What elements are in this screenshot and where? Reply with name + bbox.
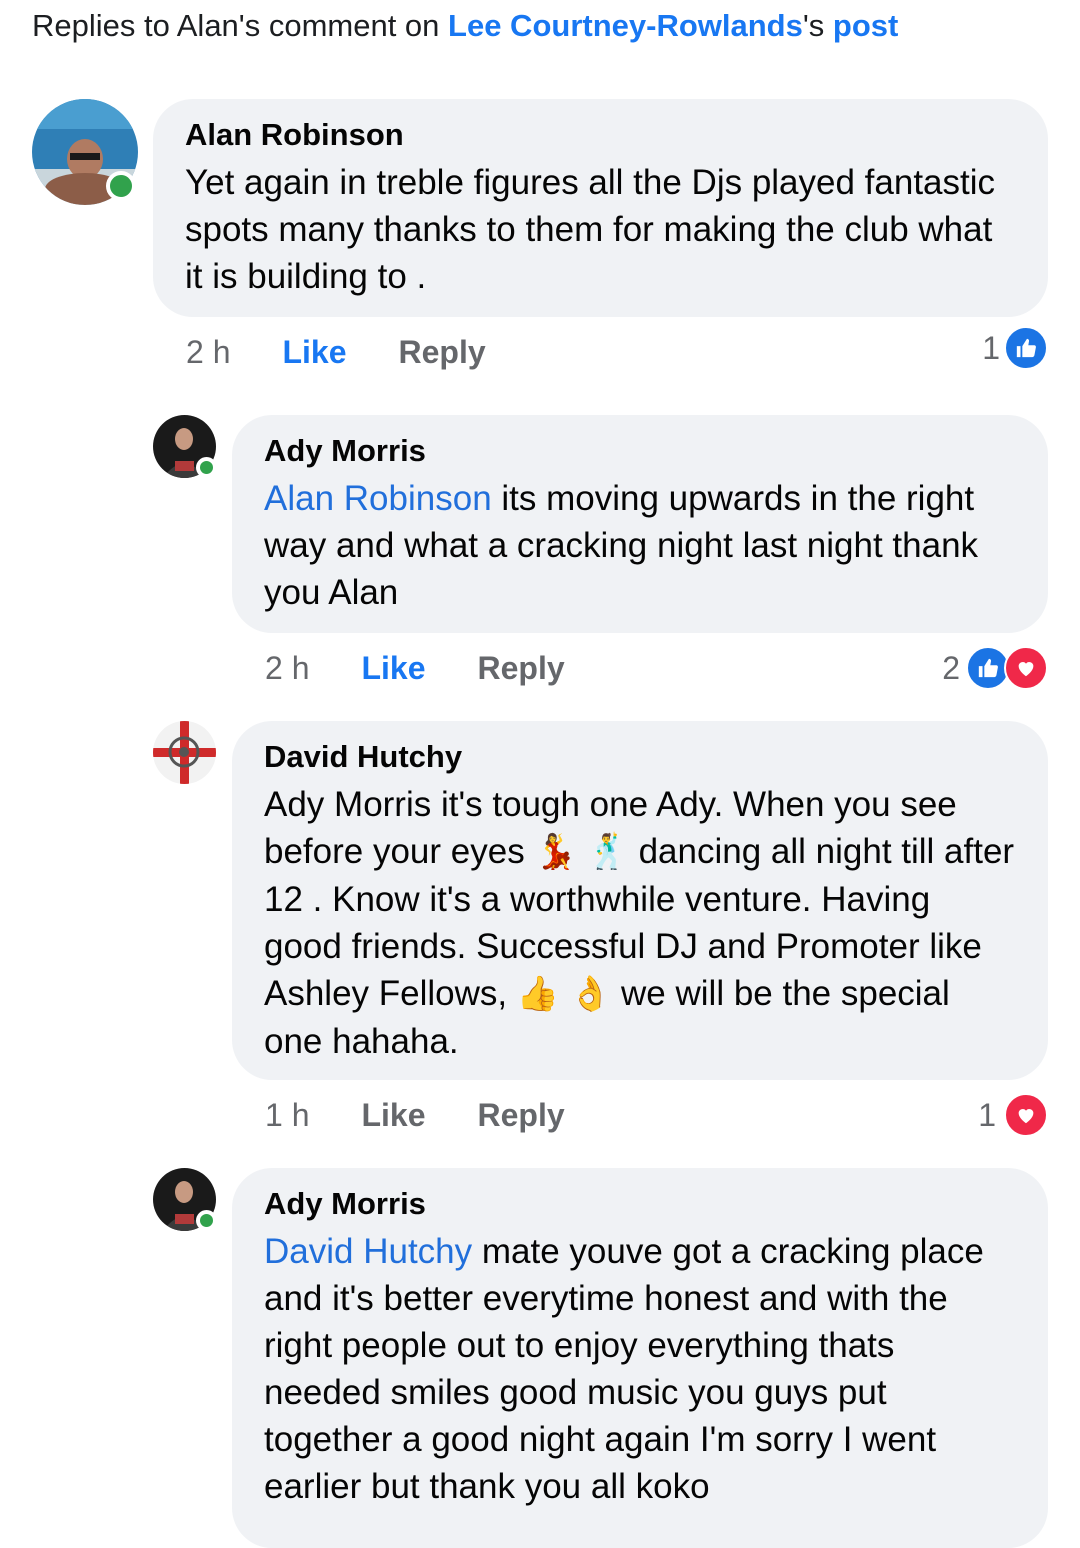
avatar[interactable]: [153, 721, 216, 784]
online-status-icon: [106, 171, 136, 201]
ok-hand-emoji: 👌: [568, 974, 612, 1014]
reaction-count: 1: [978, 1096, 996, 1133]
reaction-summary[interactable]: 1: [982, 326, 1048, 370]
reply-button[interactable]: Reply: [478, 1097, 565, 1134]
like-button[interactable]: Like: [361, 1097, 425, 1134]
comment-actions: 1 h Like Reply: [265, 1097, 617, 1134]
reaction-summary[interactable]: 2: [942, 646, 1048, 690]
comment-text: Alan Robinson its moving upwards in the …: [264, 475, 1016, 616]
online-status-icon: [196, 1210, 217, 1231]
post-link[interactable]: post: [833, 8, 898, 43]
avatar[interactable]: [153, 1168, 217, 1231]
comment-author[interactable]: Ady Morris: [264, 1186, 1016, 1222]
comment-body: mate youve got a cracking place and it's…: [264, 1232, 984, 1506]
reply-button[interactable]: Reply: [399, 334, 486, 371]
avatar[interactable]: [32, 99, 138, 205]
comment-time[interactable]: 2 h: [186, 334, 230, 371]
comment-bubble: Ady Morris Alan Robinson its moving upwa…: [232, 415, 1048, 633]
replies-header: Replies to Alan's comment on Lee Courtne…: [32, 8, 898, 44]
comment-bubble: Alan Robinson Yet again in treble figure…: [153, 99, 1048, 317]
comment-bubble: David Hutchy Ady Morris it's tough one A…: [232, 721, 1048, 1080]
reaction-count: 1: [982, 329, 1000, 366]
mention-link[interactable]: David Hutchy: [264, 1232, 472, 1271]
reply-button[interactable]: Reply: [478, 650, 565, 687]
love-icon: [1004, 1093, 1048, 1137]
comment-actions: 2 h Like Reply: [186, 334, 538, 371]
reaction-summary[interactable]: 1: [978, 1093, 1048, 1137]
comment-author[interactable]: David Hutchy: [264, 739, 1016, 775]
mention-link[interactable]: Alan Robinson: [264, 479, 492, 518]
comment-text: Yet again in treble figures all the Djs …: [185, 163, 996, 296]
reaction-count: 2: [942, 649, 960, 686]
like-button[interactable]: Like: [282, 334, 346, 371]
post-author-link[interactable]: Lee Courtney-Rowlands: [448, 8, 803, 43]
avatar[interactable]: [153, 415, 217, 478]
comment-bubble: Ady Morris David Hutchy mate youve got a…: [232, 1168, 1048, 1548]
header-possessive: 's: [802, 8, 833, 43]
comment-time[interactable]: 2 h: [265, 650, 309, 687]
thumbs-up-emoji: 👍: [516, 974, 560, 1014]
header-prefix: Replies to Alan's comment on: [32, 8, 449, 43]
comment-author[interactable]: Ady Morris: [264, 433, 1016, 469]
online-status-icon: [196, 457, 217, 478]
comment-time[interactable]: 1 h: [265, 1097, 309, 1134]
comment-author[interactable]: Alan Robinson: [185, 117, 1016, 153]
comment-text: Ady Morris it's tough one Ady. When you …: [264, 781, 1016, 1065]
dancer-man-emoji: 🕺: [586, 832, 629, 872]
comment-text: David Hutchy mate youve got a cracking p…: [264, 1228, 1016, 1510]
dancer-woman-emoji: 💃: [534, 832, 577, 872]
like-button[interactable]: Like: [361, 650, 425, 687]
love-icon: [1004, 646, 1048, 690]
like-icon: [1004, 326, 1048, 370]
comment-actions: 2 h Like Reply: [265, 650, 617, 687]
david-avatar-image: [153, 721, 216, 784]
